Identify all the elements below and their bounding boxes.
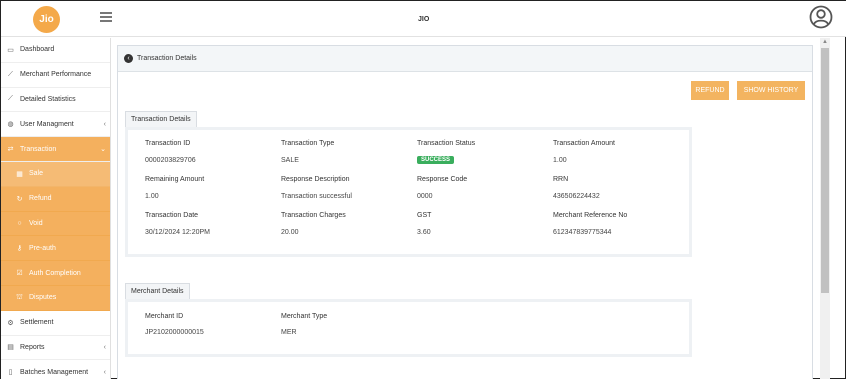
sidebar-item-label: Batches Management <box>20 368 89 376</box>
response-description-label: Response Description <box>281 176 350 183</box>
status-badge: SUCCESS <box>417 156 455 164</box>
sidebar-subitem-pre-auth[interactable]: ⚷ Pre-auth <box>1 236 110 262</box>
user-circle-icon: ◍ <box>7 121 14 129</box>
bank-icon: ⛫ <box>16 294 23 302</box>
app-title: JIO <box>418 16 430 23</box>
vertical-scrollbar[interactable]: ▲ <box>820 38 830 379</box>
response-description-value: Transaction successful <box>281 193 352 200</box>
response-code-label: Response Code <box>417 176 468 183</box>
transaction-type-label: Transaction Type <box>281 140 335 147</box>
refresh-icon: ↻ <box>16 195 23 203</box>
panel-header: ‹ Transaction Details <box>118 46 812 72</box>
sidebar: ▭ Dashboard ⟋ Merchant Performance ⟋ Det… <box>1 38 111 379</box>
page-title: Transaction Details <box>137 55 197 62</box>
transaction-amount-value: 1.00 <box>553 157 567 164</box>
sidebar-item-label: Dashboard <box>20 46 55 54</box>
sidebar-item-label: Reports <box>20 343 45 351</box>
remaining-amount-label: Remaining Amount <box>145 176 205 183</box>
exchange-icon: ⇄ <box>7 146 14 154</box>
chevron-left-icon: ‹ <box>103 368 106 376</box>
sidebar-subitem-disputes[interactable]: ⛫ Disputes <box>1 285 110 311</box>
transaction-amount-label: Transaction Amount <box>553 140 615 147</box>
show-history-button[interactable]: SHOW HISTORY <box>737 81 805 100</box>
transaction-charges-label: Transaction Charges <box>281 212 346 219</box>
transaction-type-value: SALE <box>281 157 299 164</box>
sidebar-item-settlement[interactable]: ⚙ Settlement <box>1 311 110 336</box>
chart-line-icon: ⟋ <box>8 95 13 103</box>
sidebar-item-merchant-performance[interactable]: ⟋ Merchant Performance <box>1 63 110 88</box>
transaction-charges-value: 20.00 <box>281 229 299 236</box>
jio-logo[interactable]: Jio <box>33 6 60 33</box>
merchant-type-label: Merchant Type <box>281 313 328 320</box>
response-code-value: 0000 <box>417 193 433 200</box>
sidebar-subitem-void[interactable]: ○ Void <box>1 211 110 237</box>
transaction-details-tab: Transaction Details <box>125 111 197 128</box>
merchant-id-label: Merchant ID <box>145 313 184 320</box>
sidebar-item-label: Pre-auth <box>29 244 56 252</box>
sidebar-item-label: Sale <box>29 170 44 178</box>
rrn-value: 436506224432 <box>553 193 600 200</box>
gst-label: GST <box>417 212 432 219</box>
sidebar-item-detailed-statistics[interactable]: ⟋ Detailed Statistics <box>1 88 110 113</box>
logo-text: Jio <box>39 14 54 25</box>
merchant-type-value: MER <box>281 329 297 336</box>
sidebar-subitem-refund[interactable]: ↻ Refund <box>1 186 110 212</box>
chevron-left-icon: ‹ <box>103 120 106 128</box>
sidebar-item-label: Detailed Statistics <box>20 95 76 103</box>
merchant-reference-no-value: 612347839775344 <box>553 229 612 236</box>
chevron-left-icon: ‹ <box>103 343 106 351</box>
back-arrow-icon[interactable]: ‹ <box>124 54 133 63</box>
sidebar-item-label: Merchant Performance <box>20 71 92 79</box>
remaining-amount-value: 1.00 <box>145 193 159 200</box>
sidebar-item-label: Disputes <box>29 294 57 302</box>
transaction-status-label: Transaction Status <box>417 140 476 147</box>
sidebar-item-label: Auth Completion <box>29 269 81 277</box>
sidebar-item-user-managment[interactable]: ◍ User Managment ‹ <box>1 112 110 138</box>
hamburger-menu-icon[interactable] <box>100 12 112 22</box>
sidebar-item-label: Transaction <box>20 145 57 153</box>
merchant-details-card <box>125 299 692 357</box>
check-square-icon: ☑ <box>16 270 23 278</box>
gst-value: 3.60 <box>417 229 431 236</box>
merchant-details-tab: Merchant Details <box>125 283 190 300</box>
transaction-id-label: Transaction ID <box>145 140 191 147</box>
monitor-icon: ▭ <box>7 46 14 54</box>
sidebar-item-label: Settlement <box>20 319 54 327</box>
grid-icon: ▦ <box>16 170 23 178</box>
circle-icon: ○ <box>17 219 22 227</box>
sidebar-item-dashboard[interactable]: ▭ Dashboard <box>1 38 110 63</box>
transaction-date-label: Transaction Date <box>145 212 199 219</box>
key-icon: ⚷ <box>16 245 23 253</box>
chart-line-icon: ⟋ <box>8 70 13 78</box>
top-bar: Jio JIO <box>1 1 846 37</box>
sidebar-subitem-sale[interactable]: ▦ Sale <box>1 161 110 187</box>
sidebar-item-transaction[interactable]: ⇄ Transaction ⌄ <box>1 137 110 162</box>
sidebar-item-reports[interactable]: ▤ Reports ‹ <box>1 336 110 361</box>
transaction-date-value: 30/12/2024 12:20PM <box>145 229 210 236</box>
scroll-up-arrow-icon[interactable]: ▲ <box>822 39 828 45</box>
merchant-reference-no-label: Merchant Reference No <box>553 212 628 219</box>
refund-button[interactable]: REFUND <box>691 81 729 100</box>
sidebar-item-batches-management[interactable]: ▯ Batches Management ‹ <box>1 360 110 379</box>
settings-icon: ⚙ <box>7 319 14 327</box>
file-icon: ▤ <box>7 344 14 352</box>
scrollbar-thumb[interactable] <box>821 48 829 293</box>
user-avatar-icon[interactable] <box>809 5 833 29</box>
sidebar-item-label: User Managment <box>20 120 74 128</box>
sidebar-item-label: Void <box>29 219 43 227</box>
merchant-id-value: JP2102000000015 <box>145 329 204 336</box>
sidebar-item-label: Refund <box>29 195 52 203</box>
document-icon: ▯ <box>8 369 13 377</box>
transaction-id-value: 0000203829706 <box>145 157 196 164</box>
chevron-down-icon: ⌄ <box>100 146 106 154</box>
sidebar-subitem-auth-completion[interactable]: ☑ Auth Completion <box>1 261 110 286</box>
rrn-label: RRN <box>553 176 569 183</box>
